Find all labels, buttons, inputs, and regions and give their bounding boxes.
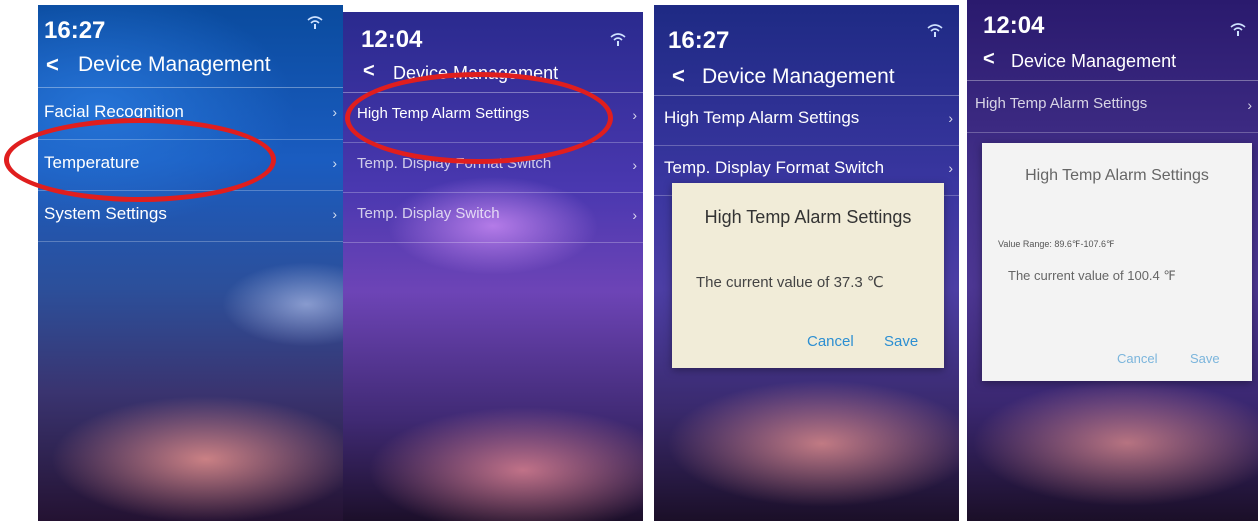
- menu-item-system-settings[interactable]: System Settings ›: [38, 191, 343, 242]
- page-title: Device Management: [1011, 51, 1177, 71]
- menu-item-label: Temp. Display Format Switch: [357, 155, 552, 172]
- screen-panel-3: 16:27 < Device Management High Temp Alar…: [654, 5, 959, 521]
- menu-item-high-temp-alarm[interactable]: High Temp Alarm Settings ›: [343, 92, 643, 143]
- clock: 16:27: [668, 27, 730, 54]
- back-arrow-icon[interactable]: <: [672, 63, 685, 89]
- menu-item-label: System Settings: [44, 204, 167, 223]
- menu-item-label: High Temp Alarm Settings: [664, 108, 860, 127]
- chevron-right-icon: ›: [332, 155, 337, 171]
- save-button[interactable]: Save: [884, 333, 918, 350]
- menu-item-temperature[interactable]: Temperature ›: [38, 140, 343, 191]
- back-arrow-icon[interactable]: <: [983, 48, 995, 71]
- screen-panel-1: 16:27 < Device Management Facial Recogni…: [38, 5, 343, 521]
- header-divider: [967, 80, 1258, 81]
- chevron-right-icon: ›: [948, 160, 953, 176]
- header-divider: [38, 87, 343, 88]
- value-range-label: Value Range: 89.6℉-107.6℉: [998, 239, 1115, 249]
- current-value-field[interactable]: The current value of 37.3 ℃: [696, 273, 884, 291]
- page-title: Device Management: [78, 53, 271, 76]
- signal-icon: [610, 33, 626, 46]
- signal-icon: [927, 24, 943, 37]
- menu-item-facial-recognition[interactable]: Facial Recognition ›: [38, 89, 343, 140]
- menu-item-temp-display-format[interactable]: Temp. Display Format Switch ›: [343, 142, 643, 193]
- signal-icon: [1230, 23, 1246, 36]
- dialog-title: High Temp Alarm Settings: [704, 207, 912, 227]
- menu-item-label: Temp. Display Switch: [357, 205, 500, 222]
- page-title: Device Management: [393, 63, 559, 83]
- menu-item-label: High Temp Alarm Settings: [357, 105, 530, 122]
- chevron-right-icon: ›: [332, 206, 337, 222]
- save-button[interactable]: Save: [1190, 351, 1220, 366]
- signal-icon: [307, 16, 323, 29]
- screen-panel-4: 12:04 < Device Management High Temp Alar…: [967, 0, 1258, 521]
- menu-item-label: Temperature: [44, 153, 140, 172]
- dialog-title: High Temp Alarm Settings: [1025, 167, 1209, 184]
- screen-panel-2: 12:04 < Device Management High Temp Alar…: [343, 12, 643, 521]
- clock: 12:04: [361, 26, 423, 53]
- current-value-field[interactable]: The current value of 100.4 ℉: [1008, 268, 1176, 284]
- menu-item-label: High Temp Alarm Settings: [975, 95, 1148, 112]
- cancel-button[interactable]: Cancel: [807, 333, 854, 350]
- back-arrow-icon[interactable]: <: [46, 52, 59, 78]
- alarm-settings-dialog: High Temp Alarm Settings The current val…: [672, 183, 944, 368]
- back-arrow-icon[interactable]: <: [363, 60, 375, 83]
- chevron-right-icon: ›: [632, 207, 637, 223]
- chevron-right-icon: ›: [632, 157, 637, 173]
- chevron-right-icon: ›: [948, 110, 953, 126]
- chevron-right-icon: ›: [632, 107, 637, 123]
- clock: 12:04: [983, 12, 1045, 39]
- menu-item-high-temp-alarm[interactable]: High Temp Alarm Settings ›: [967, 82, 1258, 133]
- clock: 16:27: [44, 17, 106, 44]
- menu-item-label: Temp. Display Format Switch: [664, 158, 885, 177]
- alarm-settings-dialog: High Temp Alarm Settings Value Range: 89…: [982, 143, 1252, 381]
- menu-item-high-temp-alarm[interactable]: High Temp Alarm Settings ›: [654, 95, 959, 146]
- chevron-right-icon: ›: [332, 104, 337, 120]
- cancel-button[interactable]: Cancel: [1117, 351, 1157, 366]
- menu-item-temp-display-switch[interactable]: Temp. Display Switch ›: [343, 192, 643, 243]
- page-title: Device Management: [702, 65, 895, 88]
- chevron-right-icon: ›: [1247, 97, 1252, 113]
- menu-item-label: Facial Recognition: [44, 102, 184, 121]
